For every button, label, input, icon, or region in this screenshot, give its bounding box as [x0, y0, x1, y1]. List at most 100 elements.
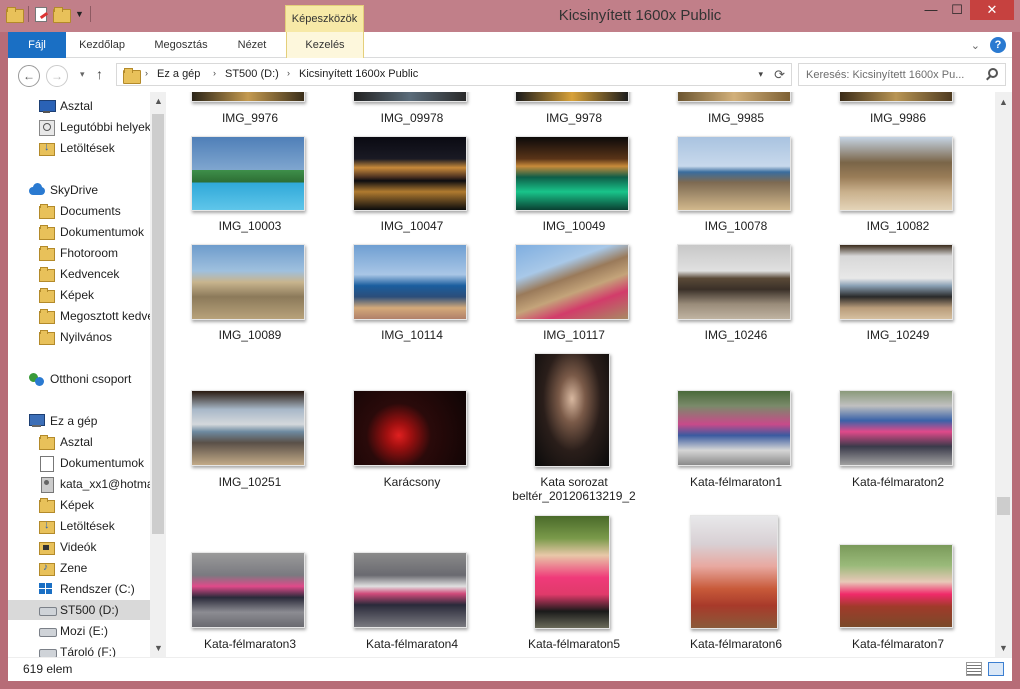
minimize-button[interactable]: — — [918, 0, 944, 20]
recent-locations-icon[interactable]: ▾ — [80, 69, 85, 80]
back-button[interactable]: ← — [18, 65, 40, 87]
sidebar-item-drive-e[interactable]: Mozi (E:) — [8, 621, 150, 641]
sidebar-item-kepek[interactable]: Képek — [8, 285, 150, 305]
thumbnail-image[interactable] — [191, 390, 305, 466]
content-scroll-thumb[interactable] — [997, 497, 1010, 515]
sidebar-item-fhotoroom[interactable]: Fhotoroom — [8, 243, 150, 263]
file-name[interactable]: Kata-félmaraton6 — [661, 637, 811, 651]
file-name[interactable]: Kata-félmaraton5 — [499, 637, 649, 651]
file-name[interactable]: IMG_09978 — [337, 111, 487, 125]
up-button[interactable]: ↑ — [96, 66, 103, 82]
file-name[interactable]: Kata-félmaraton2 — [823, 475, 973, 489]
file-name[interactable]: IMG_10089 — [175, 328, 325, 342]
tab-view[interactable]: Nézet — [228, 32, 276, 58]
thumbnail-image[interactable] — [191, 552, 305, 628]
forward-button[interactable]: → — [46, 65, 68, 87]
breadcrumb-separator[interactable]: › — [145, 68, 148, 78]
sidebar-item-skydrive[interactable]: SkyDrive — [8, 180, 150, 200]
thumbnail-image[interactable] — [515, 136, 629, 211]
file-name[interactable]: IMG_9978 — [499, 111, 649, 125]
large-icons-view-icon[interactable] — [988, 662, 1004, 676]
sidebar-scroll-thumb[interactable] — [152, 114, 164, 534]
sidebar-item-pc-pictures[interactable]: Képek — [8, 495, 150, 515]
tab-file[interactable]: Fájl — [8, 32, 66, 58]
thumbnail-image[interactable] — [353, 92, 467, 102]
sidebar-item-documents[interactable]: Documents — [8, 201, 150, 221]
sidebar-item-drive-f[interactable]: Tároló (F:) — [8, 642, 150, 657]
file-name[interactable]: IMG_10003 — [175, 219, 325, 233]
file-name[interactable]: Kata-félmaraton7 — [823, 637, 973, 651]
address-bar[interactable]: › Ez a gép › ST500 (D:) › Kicsinyített 1… — [116, 63, 792, 86]
file-name[interactable]: Kata-félmaraton1 — [661, 475, 811, 489]
search-input[interactable] — [799, 64, 979, 85]
sidebar-item-pc-desktop[interactable]: Asztal — [8, 432, 150, 452]
thumbnail-image[interactable] — [515, 244, 629, 320]
thumbnail-image[interactable] — [839, 92, 953, 102]
thumbnail-image[interactable] — [353, 552, 467, 628]
sidebar-item-downloads[interactable]: Letöltések — [8, 138, 150, 158]
thumbnail-image[interactable] — [353, 136, 467, 211]
address-dropdown-icon[interactable]: ▾ — [758, 69, 763, 80]
sidebar-item-public[interactable]: Nyilvános — [8, 327, 150, 347]
sidebar-item-dokumentumok[interactable]: Dokumentumok — [8, 222, 150, 242]
breadcrumb-drive[interactable]: ST500 (D:) — [225, 68, 279, 80]
content-scrollbar[interactable]: ▲ ▼ — [995, 92, 1012, 657]
breadcrumb-this-pc[interactable]: Ez a gép — [157, 68, 200, 80]
scroll-up-icon[interactable]: ▲ — [154, 96, 163, 106]
scroll-down-icon[interactable]: ▼ — [154, 643, 163, 653]
search-box[interactable] — [798, 63, 1006, 86]
file-name[interactable]: IMG_10049 — [499, 219, 649, 233]
thumbnail-image[interactable] — [677, 92, 791, 102]
file-name[interactable]: IMG_9986 — [823, 111, 973, 125]
sidebar-scrollbar[interactable]: ▲ ▼ — [150, 92, 166, 657]
file-name[interactable]: IMG_10249 — [823, 328, 973, 342]
tab-home[interactable]: Kezdőlap — [68, 32, 136, 58]
file-name[interactable]: IMG_10246 — [661, 328, 811, 342]
scroll-up-icon[interactable]: ▲ — [999, 97, 1008, 107]
thumbnail-image[interactable] — [534, 353, 610, 467]
thumbnail-image[interactable] — [191, 92, 305, 102]
file-name[interactable]: Karácsony — [337, 475, 487, 489]
expand-ribbon-icon[interactable]: ⌄ — [971, 39, 980, 52]
maximize-button[interactable]: ☐ — [944, 0, 970, 20]
sidebar-item-this-pc[interactable]: Ez a gép — [8, 411, 150, 431]
close-button[interactable]: ✕ — [970, 0, 1014, 20]
tab-manage[interactable]: Kezelés — [286, 32, 364, 58]
sidebar-item-pc-downloads[interactable]: Letöltések — [8, 516, 150, 536]
thumbnail-image[interactable] — [839, 244, 953, 320]
thumbnail-image[interactable] — [839, 136, 953, 211]
sidebar-item-recent-places[interactable]: Legutóbbi helyek — [8, 117, 150, 137]
thumbnail-image[interactable] — [677, 390, 791, 466]
sidebar-item-pc-documents[interactable]: Dokumentumok — [8, 453, 150, 473]
file-name[interactable]: IMG_9985 — [661, 111, 811, 125]
thumbnail-image[interactable] — [534, 515, 610, 629]
thumbnail-image[interactable] — [839, 544, 953, 628]
sidebar-item-music[interactable]: Zene — [8, 558, 150, 578]
file-name[interactable]: Kata-félmaraton4 — [337, 637, 487, 651]
details-view-icon[interactable] — [966, 662, 982, 676]
sidebar-item-desktop[interactable]: Asztal — [8, 96, 150, 116]
breadcrumb-separator[interactable]: › — [213, 68, 216, 78]
file-name[interactable]: IMG_10078 — [661, 219, 811, 233]
thumbnail-image[interactable] — [677, 244, 791, 320]
thumbnail-image[interactable] — [839, 390, 953, 466]
sidebar-item-homegroup[interactable]: Otthoni csoport — [8, 369, 150, 389]
thumbnail-image[interactable] — [515, 92, 629, 102]
scroll-down-icon[interactable]: ▼ — [999, 643, 1008, 653]
sidebar-item-user-folder[interactable]: kata_xx1@hotmail.com — [8, 474, 150, 494]
sidebar-item-kedvencek[interactable]: Kedvencek — [8, 264, 150, 284]
file-name[interactable]: IMG_10251 — [175, 475, 325, 489]
sidebar-item-drive-c[interactable]: Rendszer (C:) — [8, 579, 150, 599]
thumbnail-image[interactable] — [353, 390, 467, 466]
thumbnail-image[interactable] — [353, 244, 467, 320]
search-icon[interactable] — [988, 68, 998, 78]
thumbnail-image[interactable] — [677, 136, 791, 211]
thumbnail-image[interactable] — [191, 136, 305, 211]
sidebar-item-videos[interactable]: Videók — [8, 537, 150, 557]
refresh-icon[interactable]: ⟳ — [774, 67, 785, 83]
sidebar-item-drive-d[interactable]: ST500 (D:) — [8, 600, 150, 620]
breadcrumb-separator[interactable]: › — [287, 68, 290, 78]
file-name[interactable]: Kata-félmaraton3 — [175, 637, 325, 651]
file-name[interactable]: IMG_10082 — [823, 219, 973, 233]
file-name[interactable]: IMG_10117 — [499, 328, 649, 342]
